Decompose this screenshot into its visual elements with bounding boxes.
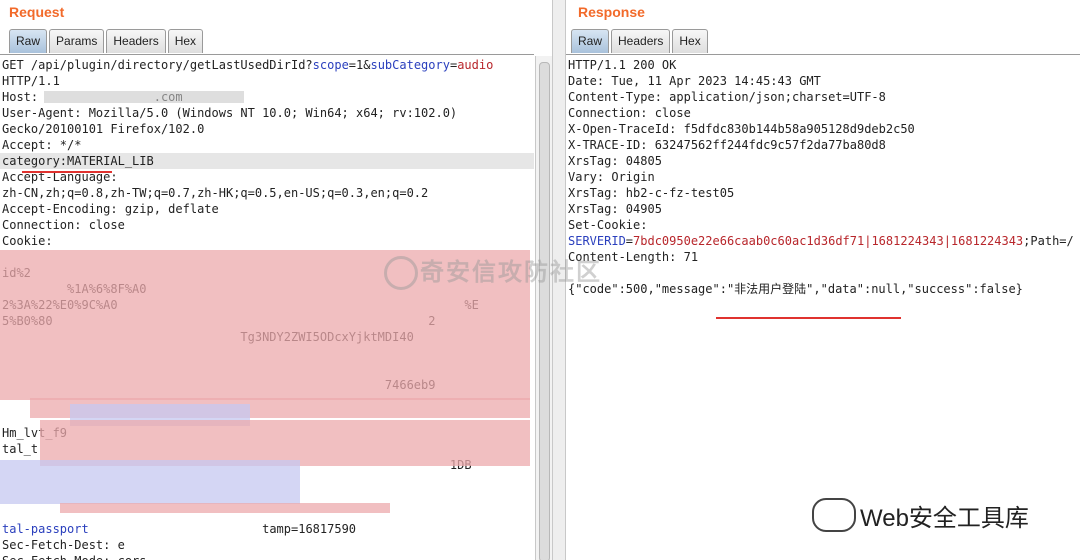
- code-token: Connection: close: [2, 218, 125, 232]
- code-token: tal_t: [2, 442, 39, 456]
- code-line: Connection: close: [0, 217, 534, 233]
- code-line: Date: Tue, 11 Apr 2023 14:45:43 GMT: [566, 73, 1080, 89]
- code-line: {"code":500,"message":"非法用户登陆","data":nu…: [566, 281, 1080, 297]
- code-token: Sec-Fetch-Mode: cors: [2, 554, 147, 560]
- code-token: subCategory: [370, 58, 450, 72]
- code-line: SERVERID=7bdc0950e22e66caab0c60ac1d36df7…: [566, 233, 1080, 249]
- code-token: Accept-Encoding: gzip, deflate: [2, 202, 219, 216]
- code-token: tal-passport: [2, 522, 89, 536]
- response-title: Response: [578, 4, 645, 20]
- request-tabs: Raw Params Headers Hex: [9, 29, 205, 54]
- code-token: Content-Type: application/json;charset=U…: [568, 90, 886, 104]
- code-line: category:MATERIAL_LIB: [0, 153, 534, 169]
- code-token: SERVERID: [568, 234, 626, 248]
- code-line: Accept: */*: [0, 137, 534, 153]
- tab-headers[interactable]: Headers: [611, 29, 671, 53]
- code-token: GET /api/plugin/directory/getLastUsedDir…: [2, 58, 313, 72]
- redacted-host: [44, 91, 244, 103]
- code-line: zh-CN,zh;q=0.8,zh-TW;q=0.7,zh-HK;q=0.5,e…: [0, 185, 534, 201]
- code-token: Sec-Fetch-Dest: e: [2, 538, 125, 552]
- code-token: scope: [312, 58, 349, 72]
- code-token: X-TRACE-ID: 63247562ff244fdc9c57f2da77ba…: [568, 138, 886, 152]
- watermark-logo-icon: [384, 256, 418, 290]
- response-pane: Response Raw Headers Hex HTTP/1.1 200 OK…: [566, 0, 1080, 560]
- code-line: Set-Cookie:: [566, 217, 1080, 233]
- tab-hex[interactable]: Hex: [672, 29, 708, 53]
- request-title: Request: [9, 4, 65, 20]
- code-line: tal-passport tamp=16817590: [0, 521, 534, 537]
- tab-hex[interactable]: Hex: [167, 29, 204, 53]
- code-token: category:MATERIAL_LIB: [2, 154, 154, 168]
- code-token: Date: Tue, 11 Apr 2023 14:45:43 GMT: [568, 74, 821, 88]
- code-line: HTTP/1.1 200 OK: [566, 57, 1080, 73]
- code-token: {"code":500,"message":"非法用户登陆","data":nu…: [568, 282, 1023, 296]
- response-tabs: Raw Headers Hex: [571, 29, 710, 54]
- code-line: Gecko/20100101 Firefox/102.0: [0, 121, 534, 137]
- tab-params[interactable]: Params: [49, 29, 105, 53]
- code-line: Connection: close: [566, 105, 1080, 121]
- code-line: Content-Type: application/json;charset=U…: [566, 89, 1080, 105]
- code-token: 7590: [327, 522, 357, 536]
- code-line: Vary: Origin: [566, 169, 1080, 185]
- tab-raw[interactable]: Raw: [9, 29, 48, 53]
- code-line: Sec-Fetch-Mode: cors: [0, 553, 534, 560]
- code-token: XrsTag: hb2-c-fz-test05: [568, 186, 735, 200]
- redacted-cookie-block: [60, 503, 390, 513]
- highlight-underline: [716, 317, 901, 319]
- signature-text: Web安全工具库: [860, 505, 1029, 532]
- tab-headers[interactable]: Headers: [106, 29, 166, 53]
- code-token: Gecko/20100101 Firefox/102.0: [2, 122, 205, 136]
- code-token: Connection: close: [568, 106, 691, 120]
- highlight-underline: [22, 171, 112, 173]
- code-token: =: [625, 234, 634, 248]
- code-token: User-Agent: Mozilla/5.0 (Windows NT 10.0…: [2, 106, 458, 120]
- code-line: XrsTag: 04905: [566, 201, 1080, 217]
- request-scrollbar[interactable]: [535, 56, 552, 560]
- code-token: Host:: [2, 90, 46, 104]
- code-token: Set-Cookie:: [568, 218, 648, 232]
- code-token: 7bdc0950e22e66caab0c60ac1d36df71|1681224…: [633, 234, 1024, 248]
- code-token: Vary: Origin: [568, 170, 655, 184]
- watermark-text: 奇安信攻防社区: [420, 259, 602, 286]
- code-line: XrsTag: 04805: [566, 153, 1080, 169]
- code-token: audio: [457, 58, 494, 72]
- code-line: Sec-Fetch-Dest: e: [0, 537, 534, 553]
- code-token: zh-CN,zh;q=0.8,zh-TW;q=0.7,zh-HK;q=0.5,e…: [2, 186, 429, 200]
- code-line: User-Agent: Mozilla/5.0 (Windows NT 10.0…: [0, 105, 534, 121]
- tab-raw[interactable]: Raw: [571, 29, 610, 53]
- code-token: =1&: [348, 58, 371, 72]
- scrollbar-thumb[interactable]: [539, 62, 550, 560]
- code-token: X-Open-TraceId: f5dfdc830b144b58a905128d…: [568, 122, 915, 136]
- code-line: Content-Length: 71: [566, 249, 1080, 265]
- wechat-icon: [812, 498, 856, 532]
- code-token: Accept: */*: [2, 138, 82, 152]
- code-line: XrsTag: hb2-c-fz-test05: [566, 185, 1080, 201]
- code-token: ;Path=/: [1023, 234, 1074, 248]
- code-line: X-TRACE-ID: 63247562ff244fdc9c57f2da77ba…: [566, 137, 1080, 153]
- redacted-cookie-block: [0, 460, 300, 504]
- code-line: Cookie:: [0, 233, 534, 249]
- code-line: HTTP/1.1: [0, 73, 534, 89]
- code-line: Accept-Encoding: gzip, deflate: [0, 201, 534, 217]
- code-token: HTTP/1.1: [2, 74, 60, 88]
- code-line: GET /api/plugin/directory/getLastUsedDir…: [0, 57, 534, 73]
- code-token: HTTP/1.1 200 OK: [568, 58, 677, 72]
- code-token: XrsTag: 04905: [568, 202, 662, 216]
- response-editor[interactable]: HTTP/1.1 200 OK Date: Tue, 11 Apr 2023 14…: [566, 54, 1080, 560]
- code-token: tamp=1681: [88, 522, 328, 536]
- code-token: XrsTag: 04805: [568, 154, 662, 168]
- code-token: Cookie:: [2, 234, 53, 248]
- code-line: X-Open-TraceId: f5dfdc830b144b58a905128d…: [566, 121, 1080, 137]
